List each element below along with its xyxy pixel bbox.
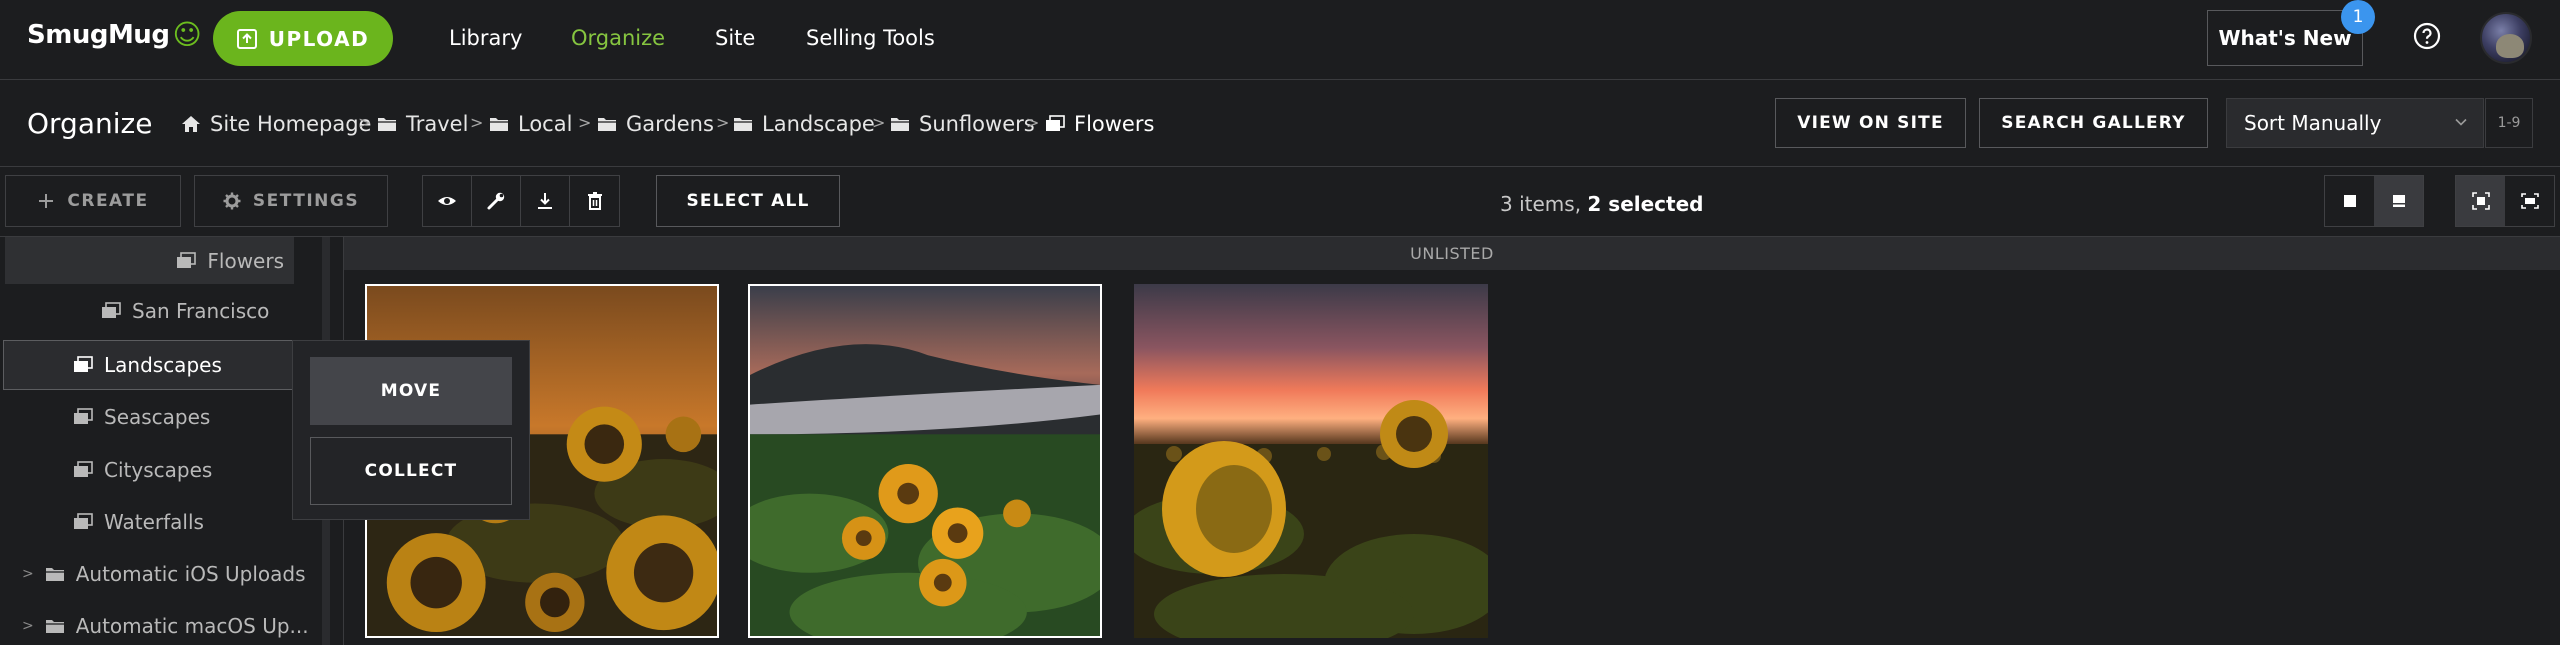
settings-button[interactable]: SETTINGS bbox=[194, 175, 388, 227]
sidebar-item-cityscapes[interactable]: Cityscapes bbox=[72, 446, 212, 494]
breadcrumb-local[interactable]: Local bbox=[489, 112, 572, 136]
breadcrumb-separator: > bbox=[578, 113, 592, 132]
nav-site[interactable]: Site bbox=[715, 26, 755, 50]
breadcrumb-gardens[interactable]: Gardens bbox=[597, 112, 714, 136]
sunflowers-river-photo bbox=[750, 286, 1100, 636]
chevron-right-icon[interactable]: > bbox=[22, 566, 34, 582]
sidebar-item-automatic-ios-uploads[interactable]: > Automatic iOS Uploads bbox=[22, 550, 306, 598]
gallery-icon bbox=[1046, 115, 1065, 131]
breadcrumb-separator: > bbox=[872, 113, 886, 132]
selection-status: 3 items, 2 selected bbox=[1500, 192, 1704, 216]
nav-selling-tools[interactable]: Selling Tools bbox=[806, 26, 935, 50]
upload-label: UPLOAD bbox=[268, 26, 370, 51]
gallery-icon bbox=[177, 251, 197, 268]
sidebar-item-seascapes[interactable]: Seascapes bbox=[72, 393, 210, 441]
sidebar-item-landscapes[interactable]: Landscapes bbox=[3, 340, 293, 390]
detail-view-icon bbox=[2392, 195, 2405, 207]
help-icon[interactable] bbox=[2412, 21, 2442, 51]
nav-library[interactable]: Library bbox=[449, 26, 522, 50]
tools-button[interactable] bbox=[472, 176, 521, 226]
photo-thumbnail[interactable] bbox=[1134, 284, 1488, 638]
move-button[interactable]: MOVE bbox=[310, 357, 512, 425]
gallery-icon bbox=[74, 408, 93, 424]
sidebar-item-automatic-macos-uploads[interactable]: > Automatic macOS Up... bbox=[22, 602, 309, 645]
chevron-right-icon[interactable]: > bbox=[22, 618, 34, 634]
select-all-button[interactable]: SELECT ALL bbox=[656, 175, 840, 227]
user-avatar[interactable] bbox=[2480, 12, 2532, 64]
smile-logo-icon: ☺ bbox=[172, 18, 202, 51]
breadcrumb-separator: > bbox=[1026, 113, 1040, 132]
view-mode-toggle bbox=[2324, 175, 2424, 227]
notification-badge: 1 bbox=[2341, 0, 2375, 34]
logo-text: SmugMug bbox=[27, 19, 170, 50]
breadcrumb-separator: > bbox=[716, 113, 730, 132]
breadcrumb-site-homepage[interactable]: Site Homepage bbox=[181, 112, 371, 136]
photo-thumbnail[interactable] bbox=[748, 284, 1102, 638]
smugmug-logo[interactable]: SmugMug ☺ bbox=[27, 18, 202, 51]
fit-crop-icon bbox=[2471, 192, 2490, 210]
fit-full-button[interactable] bbox=[2505, 176, 2554, 226]
visibility-button[interactable] bbox=[423, 176, 472, 226]
gallery-icon bbox=[74, 461, 93, 477]
gallery-icon bbox=[74, 356, 93, 372]
eye-icon bbox=[438, 197, 456, 205]
create-button[interactable]: CREATE bbox=[5, 175, 181, 227]
breadcrumb-flowers[interactable]: Flowers bbox=[1045, 112, 1154, 136]
folder-icon bbox=[45, 568, 64, 581]
folder-icon bbox=[378, 118, 396, 131]
gallery-icon bbox=[102, 302, 121, 318]
folder-icon bbox=[734, 118, 752, 131]
unlisted-section-header: UNLISTED bbox=[344, 237, 2560, 270]
gallery-action-group bbox=[422, 175, 620, 227]
top-navigation: SmugMug ☺ UPLOAD Library Organize Site S… bbox=[0, 0, 2560, 80]
page-title: Organize bbox=[27, 107, 153, 140]
home-icon bbox=[182, 116, 200, 132]
folder-icon bbox=[45, 620, 64, 633]
organize-header: Organize Site Homepage > Travel > Local … bbox=[0, 80, 2560, 167]
folder-icon bbox=[490, 118, 508, 131]
sidebar-item-flowers[interactable]: Flowers bbox=[5, 237, 294, 284]
organize-toolbar: CREATE SETTINGS SELECT ALL 3 items, 2 se… bbox=[0, 167, 2560, 237]
whats-new-button[interactable]: What's New bbox=[2207, 10, 2363, 66]
drop-action-popup: MOVE COLLECT bbox=[292, 340, 530, 520]
square-view-icon bbox=[2343, 195, 2356, 207]
view-on-site-button[interactable]: VIEW ON SITE bbox=[1775, 98, 1966, 148]
wrench-icon bbox=[487, 192, 505, 210]
collect-button[interactable]: COLLECT bbox=[310, 437, 512, 505]
gear-icon bbox=[223, 192, 241, 210]
delete-button[interactable] bbox=[570, 176, 619, 226]
breadcrumb-landscape[interactable]: Landscape bbox=[733, 112, 875, 136]
fit-full-icon bbox=[2520, 193, 2539, 209]
fit-crop-button[interactable] bbox=[2456, 176, 2505, 226]
breadcrumb-travel[interactable]: Travel bbox=[377, 112, 468, 136]
chevron-down-icon bbox=[2455, 118, 2467, 126]
upload-icon bbox=[236, 28, 257, 49]
gallery-icon bbox=[74, 513, 93, 529]
sort-select[interactable]: Sort Manually bbox=[2226, 98, 2484, 148]
breadcrumb-separator: > bbox=[358, 113, 372, 132]
upload-button[interactable]: UPLOAD bbox=[213, 11, 393, 66]
trash-icon bbox=[587, 192, 602, 210]
breadcrumb-sunflowers[interactable]: Sunflowers bbox=[890, 112, 1035, 136]
folder-icon bbox=[598, 118, 616, 131]
download-icon bbox=[538, 193, 552, 209]
range-label: 1-9 bbox=[2485, 98, 2533, 148]
sidebar-item-san-francisco[interactable]: San Francisco bbox=[100, 287, 269, 335]
download-button[interactable] bbox=[521, 176, 570, 226]
large-thumbnail-view-button[interactable] bbox=[2325, 176, 2374, 226]
folder-icon bbox=[891, 118, 909, 131]
detail-view-button[interactable] bbox=[2374, 176, 2423, 226]
search-gallery-button[interactable]: SEARCH GALLERY bbox=[1979, 98, 2208, 148]
sidebar-item-waterfalls[interactable]: Waterfalls bbox=[72, 498, 204, 546]
sort-value: Sort Manually bbox=[2244, 111, 2382, 135]
sunflower-pink-sky-photo bbox=[1134, 284, 1488, 638]
nav-organize[interactable]: Organize bbox=[571, 26, 665, 50]
plus-icon bbox=[39, 194, 54, 208]
fit-mode-toggle bbox=[2455, 175, 2555, 227]
breadcrumb-separator: > bbox=[470, 113, 484, 132]
